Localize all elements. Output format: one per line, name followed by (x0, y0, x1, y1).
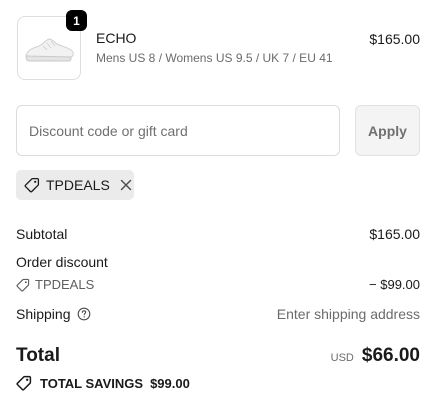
sneaker-icon (25, 38, 74, 62)
discount-code-input[interactable] (16, 105, 340, 156)
help-icon[interactable] (77, 307, 91, 321)
product-thumbnail-wrap: 1 (17, 10, 87, 80)
remove-discount-button[interactable] (120, 178, 132, 192)
order-discount-row: Order discount (16, 254, 420, 270)
total-savings-row: TOTAL SAVINGS $99.00 (16, 375, 420, 391)
currency-code: USD (330, 352, 354, 364)
subtotal-row: Subtotal $165.00 (16, 226, 420, 242)
applied-code-label: TPDEALS (46, 177, 110, 193)
total-savings-value: $99.00 (150, 375, 190, 391)
shipping-row: Shipping Enter shipping address (16, 306, 420, 322)
product-name: ECHO (96, 30, 137, 46)
tag-icon (24, 177, 40, 193)
total-row: Total USD $66.00 (16, 345, 420, 369)
apply-discount-button[interactable]: Apply (355, 105, 420, 156)
close-icon (120, 179, 132, 191)
shipping-value: Enter shipping address (276, 306, 420, 322)
order-summary: 1 ECHO Mens US 8 / Womens US 9.5 / UK 7 … (0, 0, 434, 401)
total-amount-group: USD $66.00 (331, 345, 420, 367)
total-value: $66.00 (361, 345, 420, 366)
tag-icon (16, 375, 32, 391)
total-label: Total (16, 345, 60, 366)
quantity-badge: 1 (66, 10, 87, 31)
discount-amount: − $99.00 (369, 277, 420, 292)
tag-icon (16, 278, 30, 292)
discount-code-label: TPDEALS (35, 277, 95, 292)
discount-code-row: TPDEALS − $99.00 (16, 277, 420, 292)
subtotal-value: $165.00 (369, 226, 420, 242)
product-variant: Mens US 8 / Womens US 9.5 / UK 7 / EU 41 (96, 51, 333, 65)
order-discount-label: Order discount (16, 254, 108, 270)
total-savings-label: TOTAL SAVINGS (40, 375, 144, 391)
product-price: $165.00 (369, 31, 420, 47)
shipping-label: Shipping (16, 306, 71, 322)
applied-discount-chip: TPDEALS (16, 170, 134, 200)
subtotal-label: Subtotal (16, 226, 68, 242)
line-item: 1 ECHO Mens US 8 / Womens US 9.5 / UK 7 … (17, 10, 420, 80)
